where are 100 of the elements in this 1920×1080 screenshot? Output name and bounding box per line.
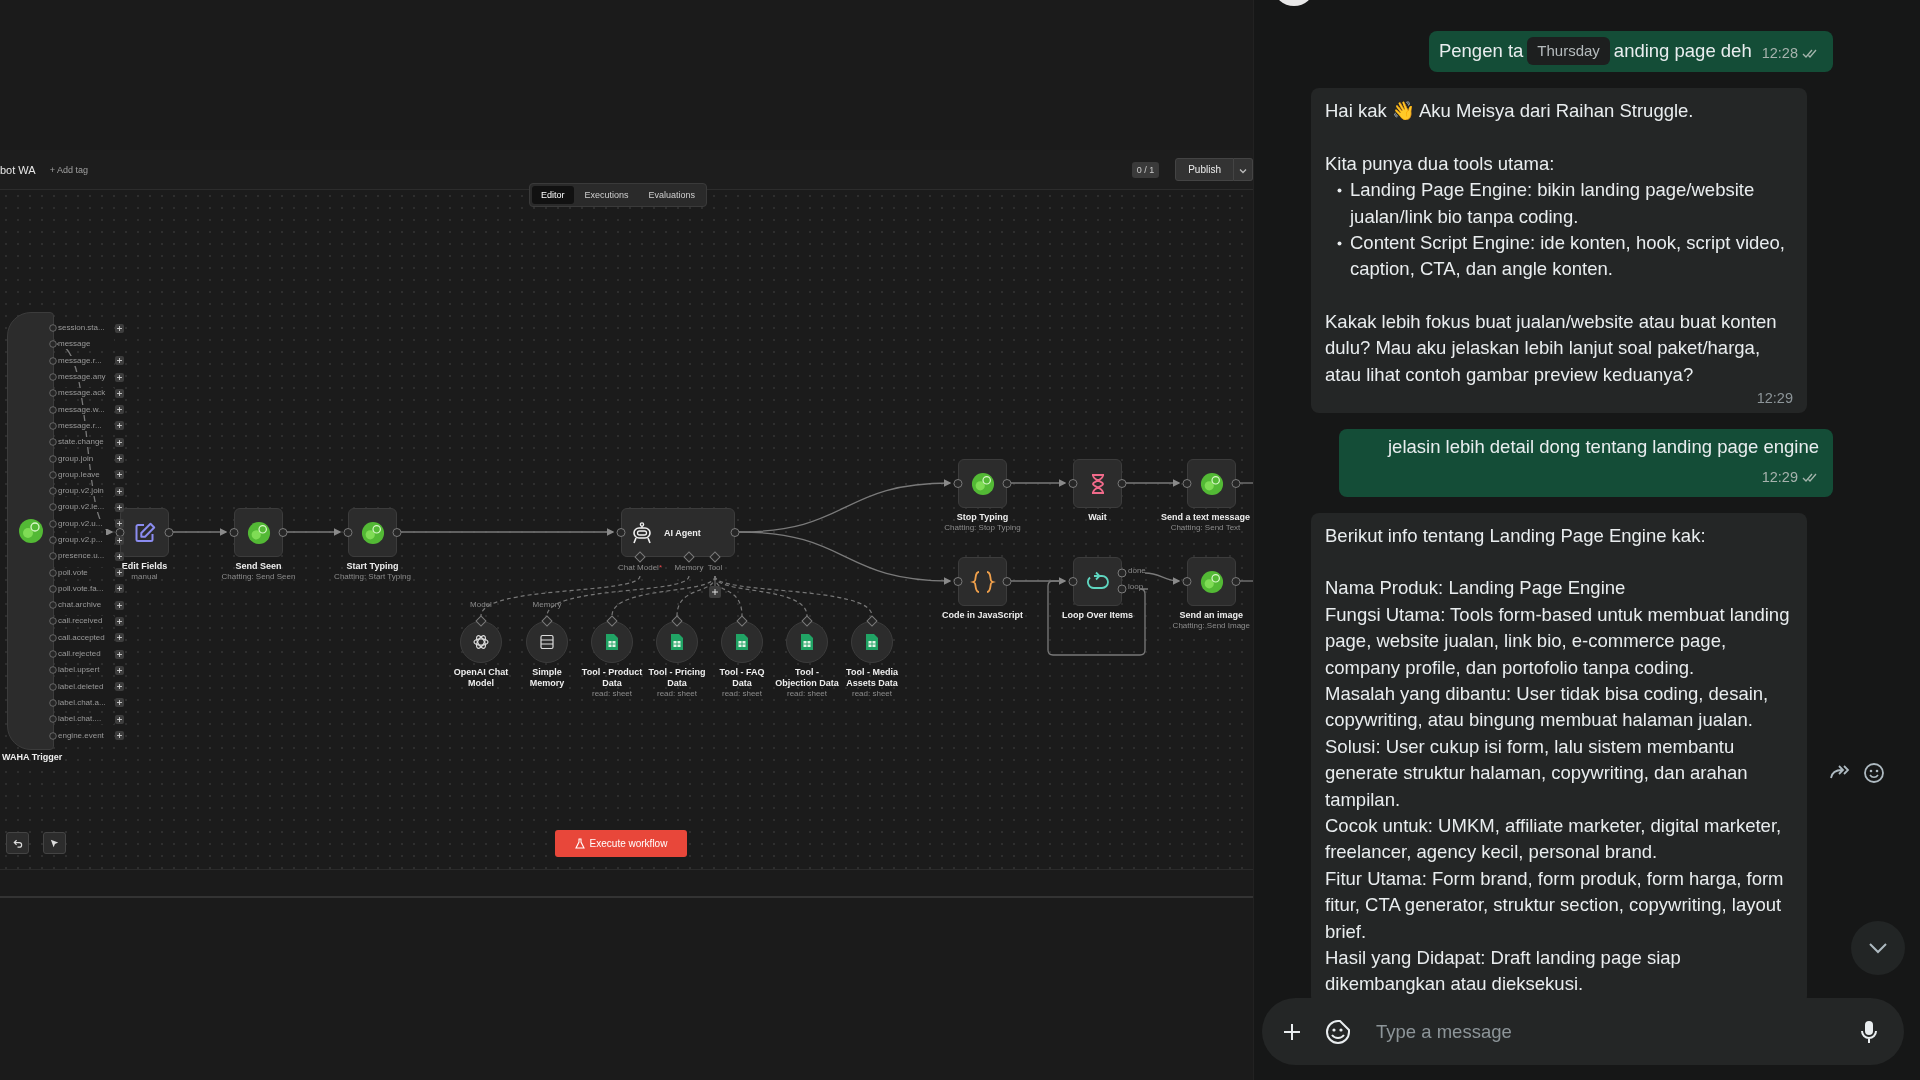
message-text: Nama Produk: Landing Page Engine bbox=[1325, 576, 1627, 601]
add-node-icon[interactable] bbox=[115, 470, 124, 480]
undo-button[interactable] bbox=[6, 832, 29, 854]
add-node-icon[interactable] bbox=[115, 633, 124, 643]
output-port[interactable] bbox=[730, 528, 740, 537]
execute-workflow-button[interactable]: Execute workflow bbox=[555, 830, 687, 857]
view-tab[interactable]: Executions bbox=[575, 186, 638, 204]
input-port[interactable] bbox=[1182, 479, 1192, 488]
input-port[interactable] bbox=[634, 551, 646, 563]
tool-node[interactable] bbox=[656, 621, 698, 663]
workflow-name[interactable]: bot WA bbox=[0, 163, 36, 176]
message-input[interactable]: Type a message bbox=[1374, 1019, 1844, 1044]
output-label: presence.u... bbox=[58, 551, 114, 562]
agent-node[interactable]: AI Agent bbox=[621, 508, 735, 557]
add-node-icon[interactable] bbox=[115, 519, 124, 529]
add-node-icon[interactable] bbox=[115, 551, 124, 561]
view-tab[interactable]: Editor bbox=[532, 186, 574, 204]
output-port[interactable] bbox=[1002, 577, 1012, 586]
tool-node[interactable] bbox=[851, 621, 893, 663]
node-subtitle: read: sheet bbox=[786, 689, 828, 699]
input-port[interactable] bbox=[953, 577, 963, 586]
workflow-node[interactable] bbox=[120, 508, 169, 557]
view-tab[interactable]: Evaluations bbox=[639, 186, 705, 204]
input-port[interactable] bbox=[1068, 577, 1078, 586]
add-node-icon[interactable] bbox=[115, 502, 124, 512]
output-port[interactable] bbox=[1117, 479, 1127, 488]
node-title: Send Seen bbox=[235, 561, 282, 572]
trigger-node[interactable] bbox=[7, 312, 54, 750]
output-port[interactable] bbox=[1231, 479, 1241, 488]
input-port[interactable] bbox=[709, 551, 721, 563]
output-port[interactable] bbox=[671, 615, 683, 627]
add-tool-icon[interactable] bbox=[709, 586, 721, 598]
add-node-icon[interactable] bbox=[115, 535, 124, 545]
output-port[interactable] bbox=[1231, 577, 1241, 586]
add-node-icon[interactable] bbox=[115, 600, 124, 610]
add-node-icon[interactable] bbox=[115, 698, 124, 708]
tool-node[interactable] bbox=[526, 621, 568, 663]
output-port[interactable] bbox=[866, 615, 878, 627]
add-node-icon[interactable] bbox=[115, 323, 124, 333]
publish-button[interactable]: Publish bbox=[1175, 158, 1234, 181]
input-port[interactable] bbox=[115, 528, 125, 537]
add-node-icon[interactable] bbox=[115, 486, 124, 496]
tool-node[interactable] bbox=[591, 621, 633, 663]
input-port[interactable] bbox=[683, 551, 695, 563]
input-port[interactable] bbox=[953, 479, 963, 488]
add-tag-link[interactable]: + Add tag bbox=[49, 164, 88, 175]
input-port[interactable] bbox=[616, 528, 626, 537]
input-port[interactable] bbox=[229, 528, 239, 537]
workflow-node[interactable] bbox=[1073, 459, 1122, 508]
output-port[interactable] bbox=[164, 528, 174, 537]
add-node-icon[interactable] bbox=[115, 682, 124, 692]
workflow-node[interactable] bbox=[1187, 459, 1236, 508]
add-node-icon[interactable] bbox=[115, 372, 124, 382]
input-port[interactable] bbox=[1068, 479, 1078, 488]
connection-line bbox=[1239, 482, 1253, 484]
add-node-icon[interactable] bbox=[115, 388, 124, 398]
message-field[interactable]: Type a message bbox=[1262, 998, 1904, 1065]
workflow-node[interactable] bbox=[958, 459, 1007, 508]
workflow-node[interactable] bbox=[1187, 557, 1236, 606]
output-port[interactable] bbox=[278, 528, 288, 537]
workflow-node[interactable] bbox=[348, 508, 397, 557]
output-port[interactable] bbox=[606, 615, 618, 627]
node-subtitle: Chatting: Start Typing bbox=[334, 572, 411, 582]
output-port[interactable] bbox=[475, 615, 487, 627]
version-badge: 0 / 1 bbox=[1131, 161, 1160, 178]
spreadsheet-icon bbox=[865, 633, 879, 651]
add-node-icon[interactable] bbox=[115, 649, 124, 659]
add-node-icon[interactable] bbox=[115, 665, 124, 675]
add-node-icon[interactable] bbox=[115, 405, 124, 415]
pointer-button[interactable] bbox=[43, 832, 66, 854]
add-node-icon[interactable] bbox=[115, 568, 124, 578]
react-button[interactable] bbox=[1863, 762, 1885, 784]
node-title: Stop Typing bbox=[956, 512, 1009, 523]
output-label: poll.vote.fa... bbox=[58, 583, 114, 594]
spreadsheet-icon bbox=[735, 633, 749, 651]
tool-node[interactable] bbox=[786, 621, 828, 663]
output-port[interactable] bbox=[736, 615, 748, 627]
output-port[interactable] bbox=[392, 528, 402, 537]
add-node-icon[interactable] bbox=[115, 714, 124, 724]
output-port[interactable] bbox=[1002, 479, 1012, 488]
input-label: Tool bbox=[707, 563, 723, 573]
workflow-node[interactable] bbox=[234, 508, 283, 557]
output-label: group.v2.u... bbox=[58, 518, 114, 529]
workflow-node[interactable] bbox=[1073, 557, 1122, 606]
tool-node[interactable] bbox=[460, 621, 502, 663]
output-port[interactable] bbox=[541, 615, 553, 627]
output-label: done bbox=[1128, 566, 1146, 575]
add-node-icon[interactable] bbox=[115, 437, 124, 447]
add-node-icon[interactable] bbox=[115, 584, 124, 594]
add-node-icon[interactable] bbox=[115, 731, 124, 741]
add-node-icon[interactable] bbox=[115, 356, 124, 366]
output-port[interactable] bbox=[801, 615, 813, 627]
tool-node[interactable] bbox=[721, 621, 763, 663]
workflow-node[interactable] bbox=[958, 557, 1007, 606]
add-node-icon[interactable] bbox=[115, 617, 124, 626]
add-node-icon[interactable] bbox=[115, 421, 124, 431]
input-port[interactable] bbox=[1182, 577, 1192, 586]
input-port[interactable] bbox=[343, 528, 353, 537]
publish-menu-button[interactable] bbox=[1234, 158, 1253, 181]
add-node-icon[interactable] bbox=[115, 454, 124, 463]
